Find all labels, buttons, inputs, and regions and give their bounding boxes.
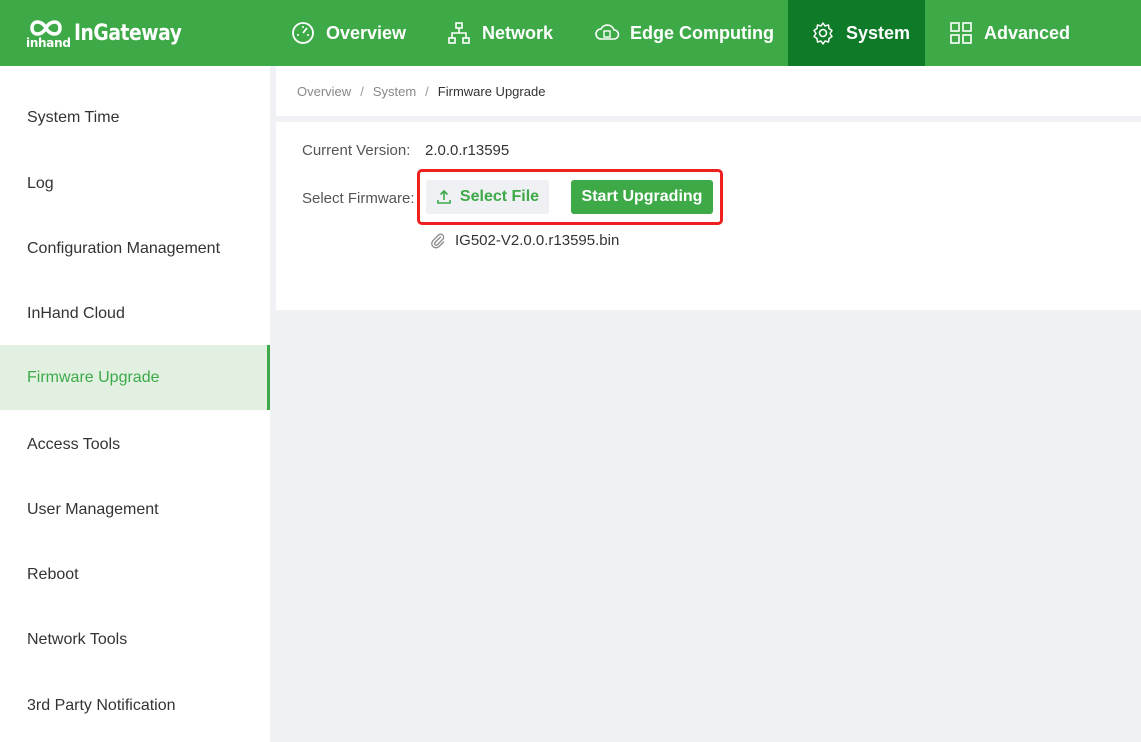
nav-network-label: Network (482, 22, 554, 43)
nav-edge-computing[interactable]: Edge Computing (580, 0, 780, 66)
select-firmware-label: Select Firmware: (302, 190, 415, 207)
current-version-label: Current Version: (302, 142, 411, 159)
nav-system-label: System (846, 22, 911, 43)
sidebar-item-label: User Management (27, 500, 159, 518)
sidebar-item-3rd-party-notification[interactable]: 3rd Party Notification (0, 673, 270, 738)
nav-network[interactable]: Network (432, 0, 567, 66)
nav-edge-computing-label: Edge Computing (630, 22, 774, 43)
nav-advanced[interactable]: Advanced (936, 0, 1086, 66)
select-file-button[interactable]: Select File (426, 180, 549, 214)
start-upgrading-button[interactable]: Start Upgrading (571, 180, 713, 214)
cloud-chip-icon (594, 20, 620, 46)
sidebar-item-log[interactable]: Log (0, 151, 270, 216)
nav-overview-label: Overview (326, 22, 407, 43)
sidebar: System Time Log Configuration Management… (0, 66, 270, 742)
sidebar-item-label: Firmware Upgrade (27, 368, 160, 386)
nav-advanced-label: Advanced (984, 22, 1071, 43)
nav-system[interactable]: System (788, 0, 925, 66)
top-navigation-bar: inhand InGateway Overview Network Edge C… (0, 0, 1141, 66)
sidebar-item-firmware-upgrade[interactable]: Firmware Upgrade (0, 345, 270, 410)
breadcrumb-separator: / (360, 83, 364, 99)
sidebar-item-user-management[interactable]: User Management (0, 477, 270, 542)
sidebar-item-system-time[interactable]: System Time (0, 85, 270, 150)
current-version-value: 2.0.0.r13595 (425, 142, 510, 159)
firmware-upgrade-panel: Current Version: 2.0.0.r13595 Select Fir… (276, 122, 1141, 310)
network-icon (446, 20, 472, 46)
selected-file-name: IG502-V2.0.0.r13595.bin (455, 232, 620, 249)
dashboard-icon (290, 20, 316, 46)
brand-mark-text: inhand (26, 36, 71, 50)
sidebar-item-configuration-management[interactable]: Configuration Management (0, 216, 270, 281)
sidebar-item-label: 3rd Party Notification (27, 696, 176, 714)
sidebar-item-reboot[interactable]: Reboot (0, 542, 270, 607)
nav-overview[interactable]: Overview (276, 0, 421, 66)
upload-icon (436, 189, 452, 205)
sidebar-item-label: InHand Cloud (27, 304, 125, 322)
breadcrumb-current-page: Firmware Upgrade (437, 83, 546, 99)
breadcrumb: Overview / System / Firmware Upgrade (276, 66, 1141, 116)
breadcrumb-separator: / (425, 83, 429, 99)
sidebar-item-inhand-cloud[interactable]: InHand Cloud (0, 281, 270, 346)
sidebar-item-label: Configuration Management (27, 239, 221, 257)
grid-icon (948, 20, 974, 46)
gear-icon (810, 20, 836, 46)
start-upgrading-label: Start Upgrading (581, 188, 703, 205)
selected-file-item[interactable]: IG502-V2.0.0.r13595.bin (430, 232, 619, 249)
sidebar-item-label: System Time (27, 108, 120, 126)
sidebar-item-label: Log (27, 174, 54, 192)
sidebar-item-label: Network Tools (27, 630, 128, 648)
select-file-label: Select File (459, 188, 540, 205)
sidebar-item-access-tools[interactable]: Access Tools (0, 412, 270, 477)
breadcrumb-system[interactable]: System (373, 84, 416, 99)
brand-name: InGateway (74, 21, 182, 46)
paperclip-icon (430, 233, 446, 249)
breadcrumb-overview[interactable]: Overview (297, 84, 351, 99)
sidebar-item-label: Reboot (27, 565, 79, 583)
sidebar-item-network-tools[interactable]: Network Tools (0, 607, 270, 672)
sidebar-item-label: Access Tools (27, 435, 121, 453)
brand-logo[interactable]: inhand InGateway (26, 14, 196, 54)
